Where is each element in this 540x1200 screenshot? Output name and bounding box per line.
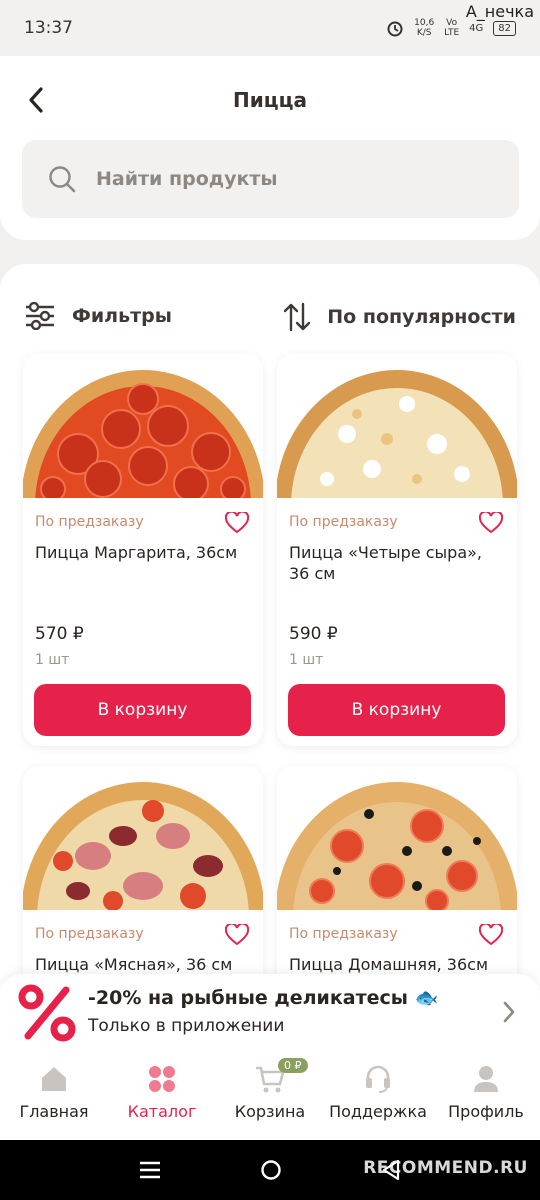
cart-total-badge: 0 ₽	[278, 1058, 308, 1073]
add-to-cart-button[interactable]: В корзину	[288, 684, 505, 736]
status-icons: 10,6 K/S Vo LTE 4G 82	[386, 18, 516, 38]
battery-icon: 82	[493, 20, 516, 36]
pizza-image	[23, 782, 263, 910]
nav-home-label: Главная	[19, 1102, 89, 1121]
signal-type: 4G	[469, 22, 484, 34]
product-image[interactable]	[23, 354, 263, 498]
network-speed: 10,6 K/S	[414, 18, 434, 38]
speed-value: 10,6	[414, 18, 435, 28]
nav-profile[interactable]: Профиль	[432, 1052, 540, 1140]
filters-button[interactable]: Фильтры	[24, 302, 172, 330]
sort-label: По популярности	[327, 306, 516, 328]
volte-indicator: Vo LTE	[444, 18, 459, 38]
product-image[interactable]	[23, 766, 263, 910]
watermark: RECOMMEND.RU	[363, 1158, 528, 1178]
promo-banner[interactable]: -20% на рыбные деликатесы 🐟 Только в при…	[0, 974, 540, 1052]
add-to-cart-button[interactable]: В корзину	[34, 684, 251, 736]
pizza-image	[277, 370, 517, 498]
status-time: 13:37	[24, 18, 73, 38]
recents-icon[interactable]	[139, 1160, 161, 1180]
product-status: По предзаказу	[289, 926, 398, 942]
search-bar[interactable]	[22, 140, 519, 218]
nav-profile-label: Профиль	[448, 1102, 524, 1121]
product-name[interactable]: Пицца Домашняя, 36см	[289, 954, 499, 975]
product-card-homemade[interactable]: По предзаказу Пицца Домашняя, 36см	[277, 766, 517, 1006]
nav-support-label: Поддержка	[329, 1102, 427, 1121]
sort-icon	[284, 302, 311, 332]
heart-icon[interactable]	[225, 924, 249, 946]
pizza-image	[277, 782, 517, 910]
chevron-right-icon[interactable]	[502, 1000, 516, 1024]
home-icon	[42, 1067, 66, 1091]
home-button-icon[interactable]	[260, 1159, 282, 1181]
promo-title: -20% на рыбные деликатесы 🐟	[88, 987, 439, 1009]
product-name[interactable]: Пицца «Мясная», 36 см	[35, 954, 245, 975]
page-title: Пицца	[233, 88, 307, 112]
nav-home[interactable]: Главная	[0, 1052, 108, 1140]
header: Пицца	[0, 56, 540, 240]
percent-icon	[18, 984, 76, 1042]
product-unit: 1 шт	[35, 652, 70, 668]
product-card-margarita[interactable]: По предзаказу Пицца Маргарита, 36см 570 …	[23, 354, 263, 746]
product-status: По предзаказу	[35, 514, 144, 530]
product-name[interactable]: Пицца Маргарита, 36см	[35, 542, 245, 563]
search-icon	[49, 166, 76, 193]
heart-icon[interactable]	[479, 512, 503, 534]
promo-subtitle: Только в приложении	[88, 1016, 285, 1036]
volte-top: Vo	[446, 18, 458, 28]
heart-icon[interactable]	[225, 512, 249, 534]
product-card-meat[interactable]: По предзаказу Пицца «Мясная», 36 см	[23, 766, 263, 1006]
speed-unit: K/S	[416, 28, 432, 38]
catalog-icon	[149, 1066, 175, 1092]
product-status: По предзаказу	[35, 926, 144, 942]
status-bar: 13:37 10,6 K/S Vo LTE 4G 82 А_нечка	[0, 0, 540, 56]
heart-icon[interactable]	[479, 924, 503, 946]
system-navigation-bar: RECOMMEND.RU	[0, 1140, 540, 1200]
filters-label: Фильтры	[72, 305, 172, 327]
profile-icon	[474, 1066, 498, 1092]
alarm-icon	[387, 21, 403, 37]
product-name[interactable]: Пицца «Четыре сыра», 36 см	[289, 542, 499, 584]
bottom-navigation: Главная Каталог 0 ₽ Корзина Поддержка Пр…	[0, 1052, 540, 1140]
pizza-image	[23, 370, 263, 498]
product-image[interactable]	[277, 766, 517, 910]
volte-bottom: LTE	[444, 28, 460, 38]
support-icon	[366, 1065, 390, 1093]
nav-catalog[interactable]: Каталог	[108, 1052, 216, 1140]
filters-icon	[26, 302, 54, 330]
product-image[interactable]	[277, 354, 517, 498]
product-price: 590 ₽	[289, 624, 338, 644]
sort-button[interactable]: По популярности	[283, 302, 516, 332]
watermark-username: А_нечка	[465, 2, 534, 21]
product-price: 570 ₽	[35, 624, 84, 644]
nav-cart[interactable]: 0 ₽ Корзина	[216, 1052, 324, 1140]
nav-cart-label: Корзина	[234, 1102, 306, 1121]
nav-support[interactable]: Поддержка	[324, 1052, 432, 1140]
search-input[interactable]	[96, 168, 476, 190]
nav-catalog-label: Каталог	[127, 1102, 197, 1121]
product-card-four-cheese[interactable]: По предзаказу Пицца «Четыре сыра», 36 см…	[277, 354, 517, 746]
product-unit: 1 шт	[289, 652, 324, 668]
product-status: По предзаказу	[289, 514, 398, 530]
